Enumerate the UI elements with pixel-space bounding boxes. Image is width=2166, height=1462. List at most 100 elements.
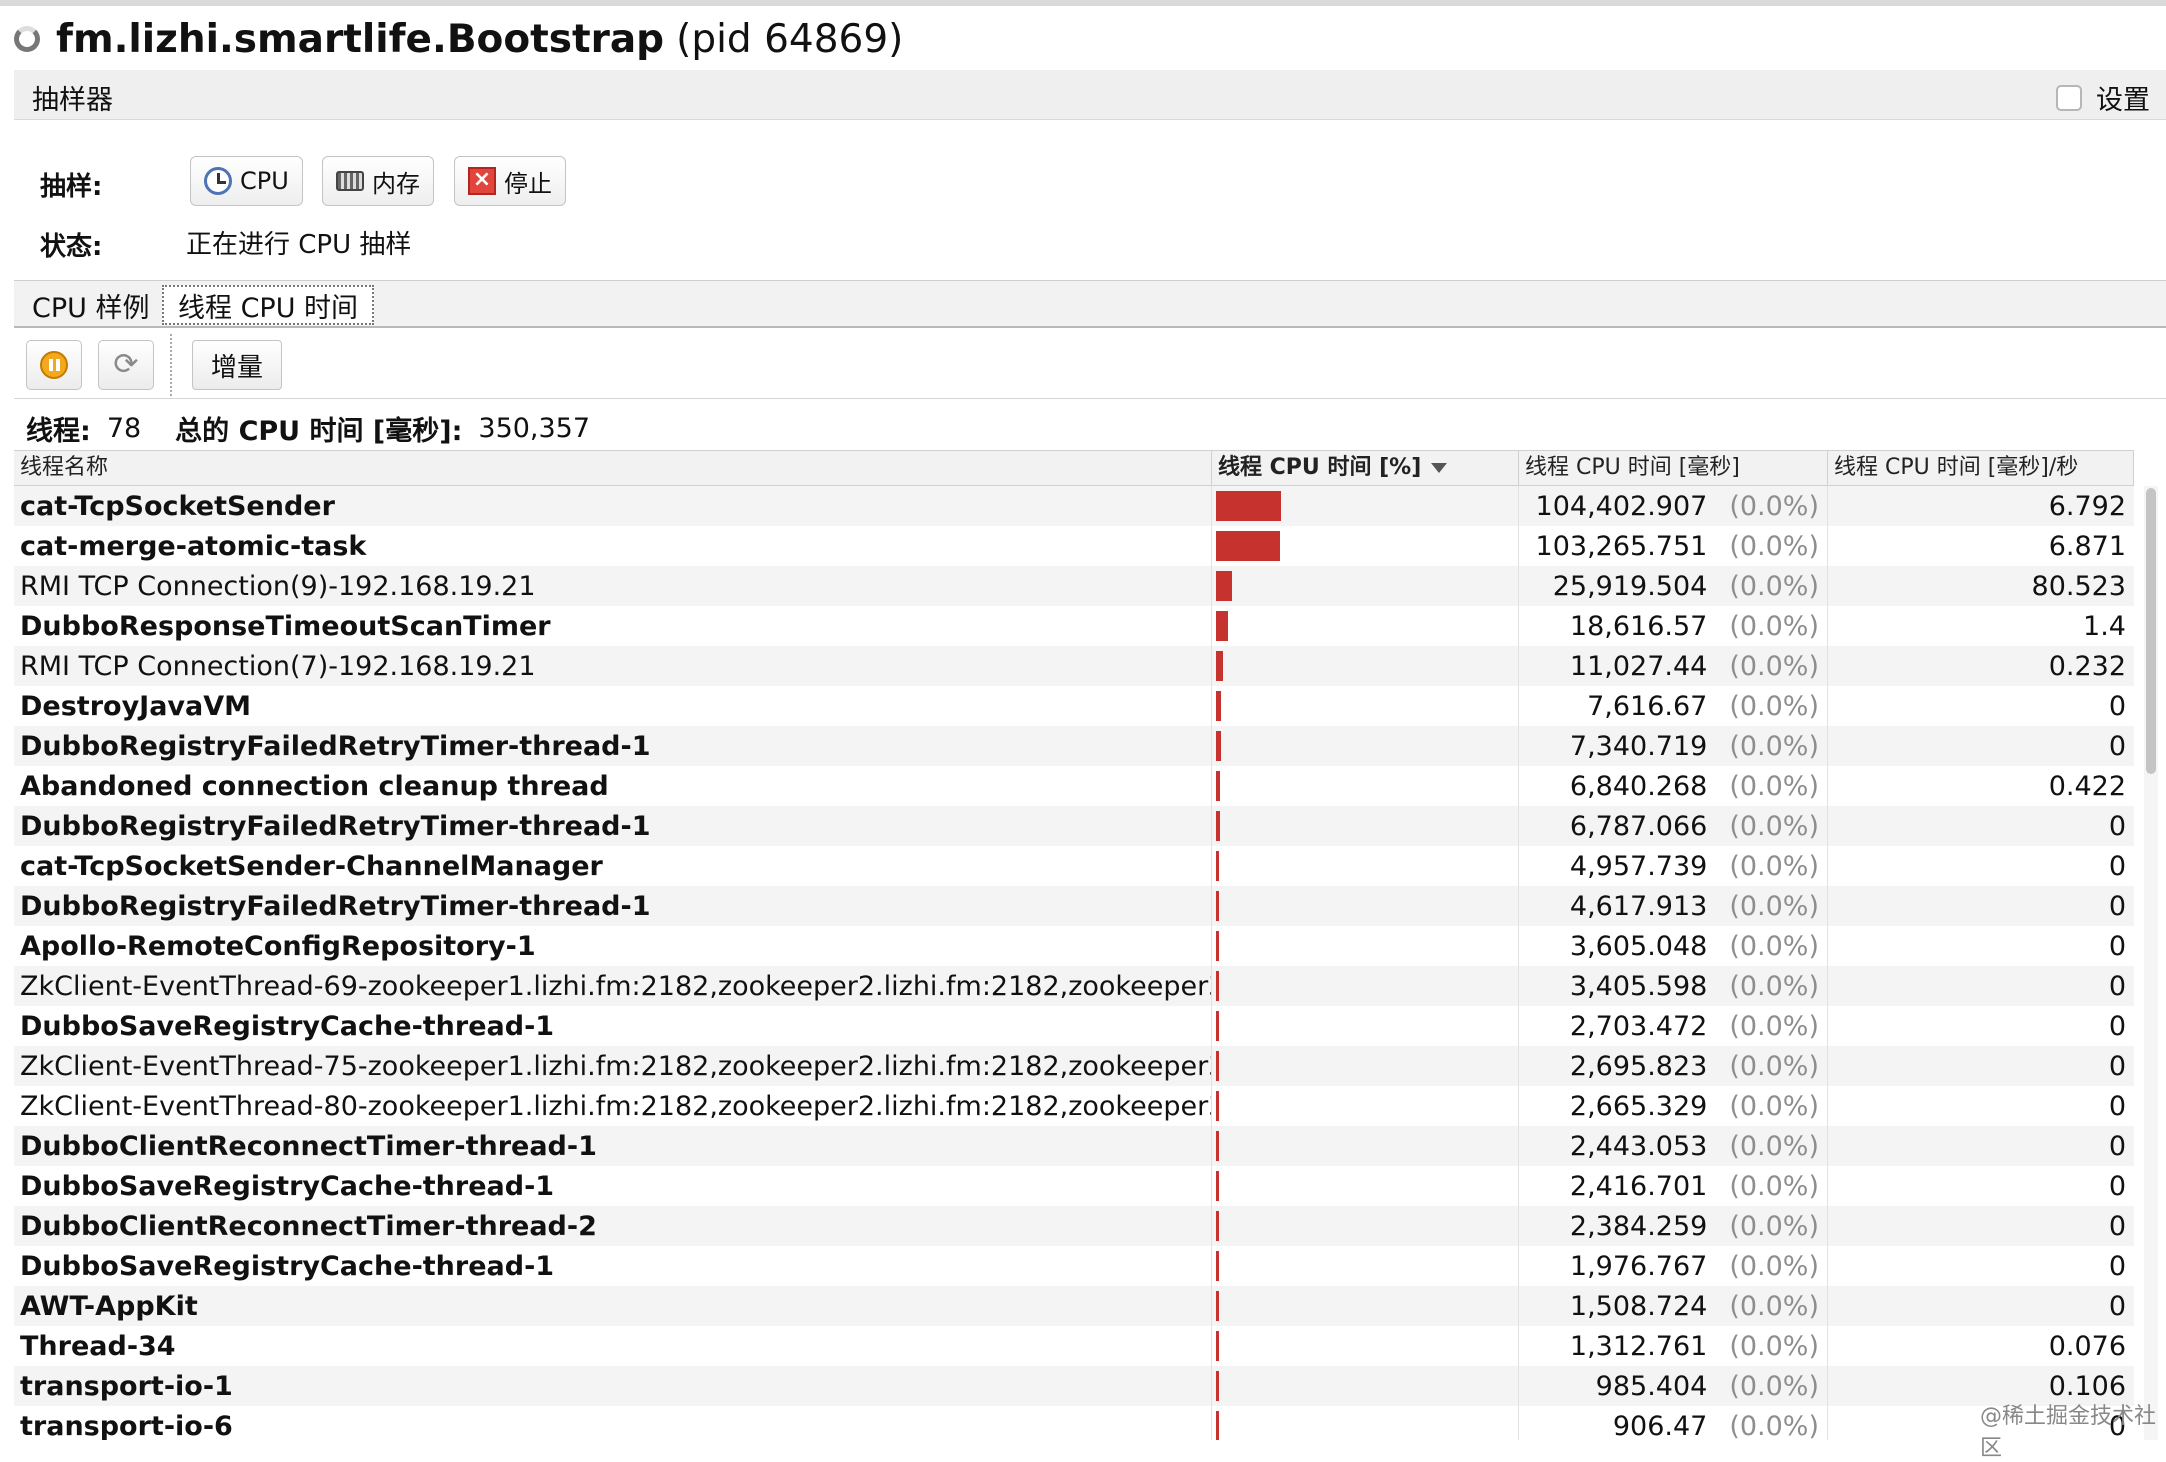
- table-row[interactable]: AWT-AppKit 1,508.724 (0.0%) 0: [14, 1286, 2134, 1326]
- cpu-percent-bar: [1216, 1251, 1219, 1281]
- cpu-percent-bar: [1216, 1171, 1219, 1201]
- thread-summary: 线程: 78 总的 CPU 时间 [毫秒]: 350,357: [26, 408, 624, 448]
- cpu-ms-per-sec-value: 0: [2108, 1050, 2126, 1082]
- tab-thread-cpu-time[interactable]: 线程 CPU 时间: [162, 285, 375, 325]
- cpu-ms-value: 103,265.751: [1535, 530, 1708, 562]
- table-row[interactable]: DubboClientReconnectTimer-thread-2 2,384.…: [14, 1206, 2134, 1246]
- thread-name: DubboSaveRegistryCache-thread-1: [14, 1006, 1212, 1046]
- thread-name: DubboClientReconnectTimer-thread-1: [14, 1126, 1212, 1166]
- cpu-sample-button[interactable]: CPU: [190, 156, 303, 206]
- cpu-ms-value: 25,919.504: [1552, 570, 1708, 602]
- table-row[interactable]: RMI TCP Connection(7)-192.168.19.21 11,02…: [14, 646, 2134, 686]
- table-row[interactable]: DestroyJavaVM 7,616.67 (0.0%) 0: [14, 686, 2134, 726]
- cpu-percent-cell: [1212, 806, 1519, 846]
- thread-name: DubboRegistryFailedRetryTimer-thread-1: [14, 886, 1212, 926]
- cpu-percent-cell: [1212, 1286, 1519, 1326]
- thread-cpu-table: 线程名称 线程 CPU 时间 [%] 线程 CPU 时间 [毫秒] 线程 CPU…: [14, 450, 2134, 1440]
- cpu-ms-cell: 3,405.598 (0.0%): [1519, 966, 1828, 1006]
- scrollbar-thumb[interactable]: [2146, 488, 2156, 774]
- cpu-ms-cell: 1,976.767 (0.0%): [1519, 1246, 1828, 1286]
- table-row[interactable]: RMI TCP Connection(9)-192.168.19.21 25,91…: [14, 566, 2134, 606]
- pause-icon: [40, 351, 68, 379]
- table-row[interactable]: ZkClient-EventThread-80-zookeeper1.lizhi…: [14, 1086, 2134, 1126]
- cpu-ms-percent: (0.0%): [1729, 770, 1819, 802]
- thread-name: DestroyJavaVM: [14, 686, 1212, 726]
- refresh-icon: ⟳: [113, 347, 139, 382]
- memory-sample-button[interactable]: 内存: [322, 156, 434, 206]
- status-value: 正在进行 CPU 抽样: [186, 230, 412, 260]
- thread-name: RMI TCP Connection(9)-192.168.19.21: [14, 566, 1212, 606]
- cpu-percent-bar: [1216, 1131, 1219, 1161]
- table-row[interactable]: ZkClient-EventThread-69-zookeeper1.lizhi…: [14, 966, 2134, 1006]
- cpu-percent-cell: [1212, 686, 1519, 726]
- table-row[interactable]: DubboRegistryFailedRetryTimer-thread-1 4,…: [14, 886, 2134, 926]
- thread-name: cat-TcpSocketSender-ChannelManager: [14, 846, 1212, 886]
- stop-button[interactable]: × 停止: [454, 156, 566, 206]
- thread-name: transport-io-1: [14, 1366, 1212, 1406]
- cpu-percent-cell: [1212, 526, 1519, 566]
- cpu-ms-per-sec-value: 0: [2108, 810, 2126, 842]
- cpu-percent-cell: [1212, 486, 1519, 526]
- thread-name: ZkClient-EventThread-69-zookeeper1.lizhi…: [14, 966, 1212, 1006]
- table-row[interactable]: DubboSaveRegistryCache-thread-1 1,976.767…: [14, 1246, 2134, 1286]
- delta-button[interactable]: 增量: [192, 340, 282, 390]
- column-header-cpu-ms-per-sec[interactable]: 线程 CPU 时间 [毫秒]/秒: [1828, 451, 2134, 485]
- pause-button[interactable]: [26, 340, 82, 390]
- cpu-ms-value: 906.47: [1612, 1410, 1708, 1441]
- table-row[interactable]: cat-merge-atomic-task 103,265.751 (0.0%) 6.…: [14, 526, 2134, 566]
- cpu-ms-value: 1,976.767: [1569, 1250, 1708, 1282]
- cpu-ms-value: 2,665.329: [1569, 1090, 1708, 1122]
- cpu-ms-value: 4,957.739: [1569, 850, 1708, 882]
- cpu-ms-percent: (0.0%): [1729, 1290, 1819, 1322]
- cpu-ms-cell: 2,384.259 (0.0%): [1519, 1206, 1828, 1246]
- cpu-percent-bar: [1216, 731, 1221, 761]
- settings-checkbox[interactable]: [2056, 84, 2082, 111]
- cpu-ms-percent: (0.0%): [1729, 490, 1819, 522]
- total-cpu-label: 总的 CPU 时间 [毫秒]:: [175, 415, 463, 447]
- table-row[interactable]: DubboRegistryFailedRetryTimer-thread-1 7,…: [14, 726, 2134, 766]
- cpu-ms-per-sec-value: 0: [2108, 850, 2126, 882]
- column-header-thread-name[interactable]: 线程名称: [14, 451, 1212, 485]
- table-row[interactable]: Thread-34 1,312.761 (0.0%) 0.076: [14, 1326, 2134, 1366]
- cpu-percent-bar: [1216, 811, 1220, 841]
- cpu-ms-cell: 906.47 (0.0%): [1519, 1406, 1828, 1440]
- cpu-percent-cell: [1212, 766, 1519, 806]
- cpu-ms-cell: 103,265.751 (0.0%): [1519, 526, 1828, 566]
- settings-toggle[interactable]: 设置: [2056, 78, 2150, 117]
- app-title: fm.lizhi.smartlife.Bootstrap: [56, 16, 665, 62]
- table-row[interactable]: transport-io-6 906.47 (0.0%) 0: [14, 1406, 2134, 1440]
- cpu-ms-cell: 25,919.504 (0.0%): [1519, 566, 1828, 606]
- cpu-percent-bar: [1216, 1371, 1219, 1401]
- cpu-ms-cell: 2,416.701 (0.0%): [1519, 1166, 1828, 1206]
- cpu-ms-per-sec-value: 6.871: [2048, 530, 2126, 562]
- table-row[interactable]: Apollo-RemoteConfigRepository-1 3,605.048…: [14, 926, 2134, 966]
- cpu-ms-percent: (0.0%): [1729, 610, 1819, 642]
- sort-descending-icon: [1431, 463, 1448, 473]
- table-body: cat-TcpSocketSender 104,402.907 (0.0%) 6.79…: [14, 486, 2134, 1440]
- refresh-button[interactable]: ⟳: [98, 340, 154, 390]
- cpu-ms-cell: 6,840.268 (0.0%): [1519, 766, 1828, 806]
- column-header-cpu-percent[interactable]: 线程 CPU 时间 [%]: [1212, 451, 1519, 485]
- column-header-cpu-ms[interactable]: 线程 CPU 时间 [毫秒]: [1519, 451, 1828, 485]
- table-row[interactable]: DubboSaveRegistryCache-thread-1 2,416.701…: [14, 1166, 2134, 1206]
- table-row[interactable]: Abandoned connection cleanup thread 6,840…: [14, 766, 2134, 806]
- cpu-percent-bar: [1216, 611, 1228, 641]
- table-row[interactable]: DubboClientReconnectTimer-thread-1 2,443.…: [14, 1126, 2134, 1166]
- table-row[interactable]: DubboRegistryFailedRetryTimer-thread-1 6,…: [14, 806, 2134, 846]
- table-row[interactable]: DubboResponseTimeoutScanTimer 18,616.57 (0…: [14, 606, 2134, 646]
- cpu-ms-percent: (0.0%): [1729, 1050, 1819, 1082]
- thread-name: Thread-34: [14, 1326, 1212, 1366]
- table-row[interactable]: DubboSaveRegistryCache-thread-1 2,703.472…: [14, 1006, 2134, 1046]
- cpu-percent-cell: [1212, 1006, 1519, 1046]
- table-row[interactable]: cat-TcpSocketSender-ChannelManager 4,957.…: [14, 846, 2134, 886]
- cpu-ms-per-sec-value: 6.792: [2048, 490, 2126, 522]
- table-row[interactable]: ZkClient-EventThread-75-zookeeper1.lizhi…: [14, 1046, 2134, 1086]
- tab-cpu-samples[interactable]: CPU 样例: [18, 285, 163, 325]
- table-row[interactable]: cat-TcpSocketSender 104,402.907 (0.0%) 6.79…: [14, 486, 2134, 526]
- thread-name: DubboClientReconnectTimer-thread-2: [14, 1206, 1212, 1246]
- table-row[interactable]: transport-io-1 985.404 (0.0%) 0.106: [14, 1366, 2134, 1406]
- thread-name: cat-merge-atomic-task: [14, 526, 1212, 566]
- cpu-percent-cell: [1212, 1406, 1519, 1440]
- cpu-ms-per-sec-value: 0: [2108, 1010, 2126, 1042]
- cpu-ms-cell: 2,695.823 (0.0%): [1519, 1046, 1828, 1086]
